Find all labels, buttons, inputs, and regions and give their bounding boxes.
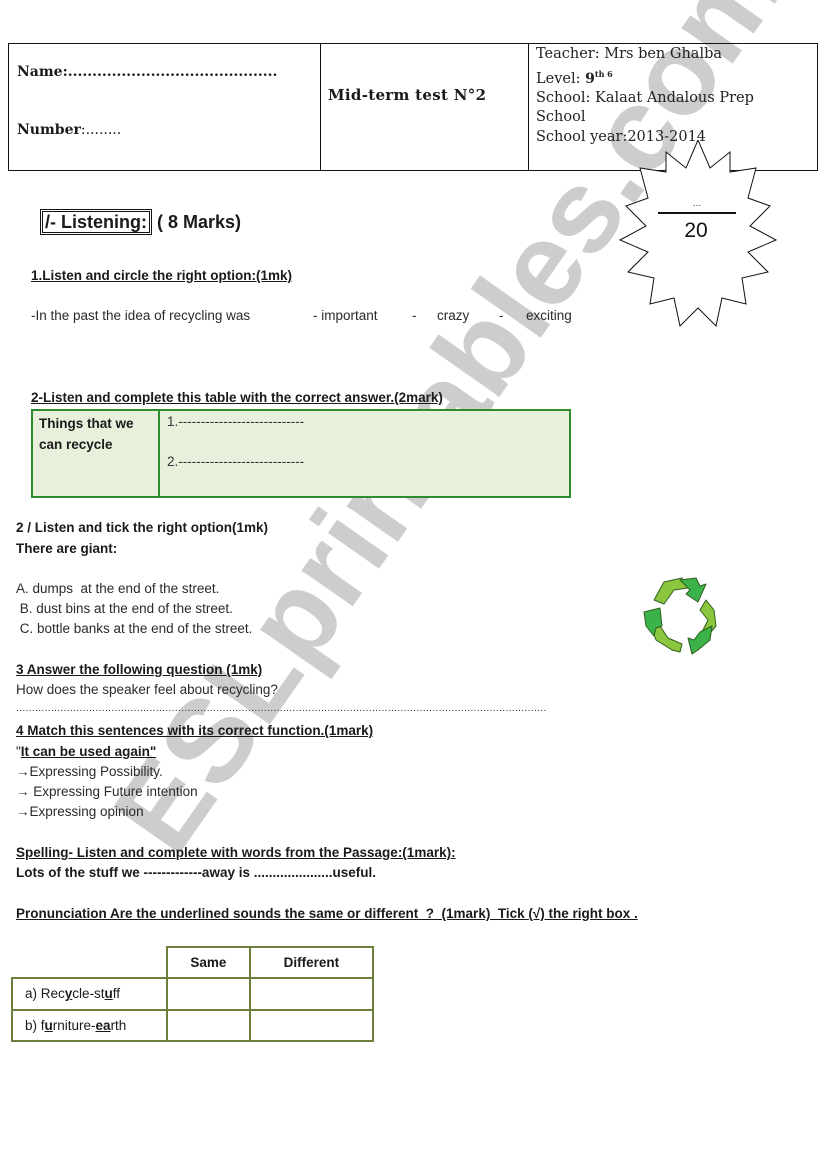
q3-stem: There are giant:: [16, 541, 118, 556]
q4-answer-line[interactable]: ........................................…: [16, 703, 626, 714]
q1-option-important[interactable]: - important: [313, 308, 378, 323]
q1-sep: -: [499, 308, 504, 323]
pronunciation-title: Pronunciation Are the underlined sounds …: [16, 906, 638, 921]
table-label: Things that we can recycle: [39, 416, 134, 452]
section-marks: ( 8 Marks): [152, 212, 242, 232]
q5-option-future[interactable]: → Expressing Future intention: [16, 784, 198, 799]
level: Level: 9th 6: [536, 68, 613, 87]
q3-title: 2 / Listen and tick the right option(1mk…: [16, 520, 269, 535]
name-label: Name:: [17, 64, 68, 80]
tick-box-same[interactable]: [166, 1008, 251, 1042]
q1-stem: -In the past the idea of recycling was: [31, 308, 251, 323]
test-title: Mid-term test N°2: [328, 86, 487, 104]
section-label: /- Listening:: [40, 209, 152, 235]
student-info-cell: Name:...................................…: [9, 44, 321, 170]
column-same: Same: [166, 946, 251, 979]
q1-option-exciting[interactable]: exciting: [526, 308, 572, 323]
name-dots: ........................................…: [67, 64, 278, 80]
answer-line-1[interactable]: 1.----------------------------: [167, 414, 304, 429]
tick-box-different[interactable]: [248, 1008, 375, 1042]
row-label: a) Recycle-stuff: [11, 977, 168, 1011]
number-label: Number: [17, 122, 81, 138]
pronunciation-table: Same Different a) Recycle-stuff b) furni…: [11, 946, 375, 1042]
tick-box-same[interactable]: [166, 977, 251, 1011]
tick-box-different[interactable]: [248, 977, 375, 1011]
table-divider: [158, 411, 160, 496]
q5-option-possibility[interactable]: →Expressing Possibility.: [16, 764, 163, 779]
q3-option-b[interactable]: B. dust bins at the end of the street.: [16, 601, 233, 616]
school-cont: School: [536, 109, 586, 126]
column-different: Different: [248, 946, 375, 979]
number-field[interactable]: Number:........: [17, 122, 121, 138]
school: School: Kalaat Andalous Prep: [536, 89, 754, 106]
section-heading: /- Listening: ( 8 Marks): [40, 209, 242, 235]
q5-title: 4 Match this sentences with its correct …: [16, 723, 374, 738]
score-star: ... 20: [618, 140, 778, 328]
q4-question: How does the speaker feel about recyclin…: [16, 682, 278, 697]
answer-line-2[interactable]: 2.----------------------------: [167, 454, 304, 469]
recycle-table: Things that we can recycle 1.-----------…: [31, 409, 571, 498]
q2-title: 2-Listen and complete this table with th…: [31, 390, 443, 405]
q3-option-c[interactable]: C. bottle banks at the end of the street…: [16, 621, 253, 636]
q4-title: 3 Answer the following question (1mk): [16, 662, 263, 677]
score-obtained: ...: [693, 198, 701, 209]
score-total: 20: [684, 219, 707, 242]
name-field[interactable]: Name:...................................…: [17, 64, 277, 80]
number-dots: :........: [80, 122, 122, 138]
q3-option-a[interactable]: A. dumps at the end of the street.: [16, 581, 219, 596]
teacher: Teacher: Mrs ben Ghalba: [536, 46, 723, 62]
table-row: a) Recycle-stuff: [11, 977, 375, 1011]
table-row: b) furniture-earth: [11, 1008, 375, 1042]
q1-sep: -: [412, 308, 417, 323]
q1-option-crazy[interactable]: crazy: [437, 308, 469, 323]
test-title-cell: Mid-term test N°2: [321, 44, 529, 170]
spelling-title: Spelling- Listen and complete with words…: [16, 845, 456, 860]
q1-title: 1.Listen and circle the right option:(1m…: [31, 268, 293, 283]
q5-option-opinion[interactable]: →Expressing opinion: [16, 804, 144, 819]
q5-quote: "It can be used again": [16, 744, 157, 759]
recycle-icon: [643, 577, 717, 655]
row-label: b) furniture-earth: [11, 1008, 168, 1042]
spelling-sentence[interactable]: Lots of the stuff we -------------away i…: [16, 865, 376, 880]
